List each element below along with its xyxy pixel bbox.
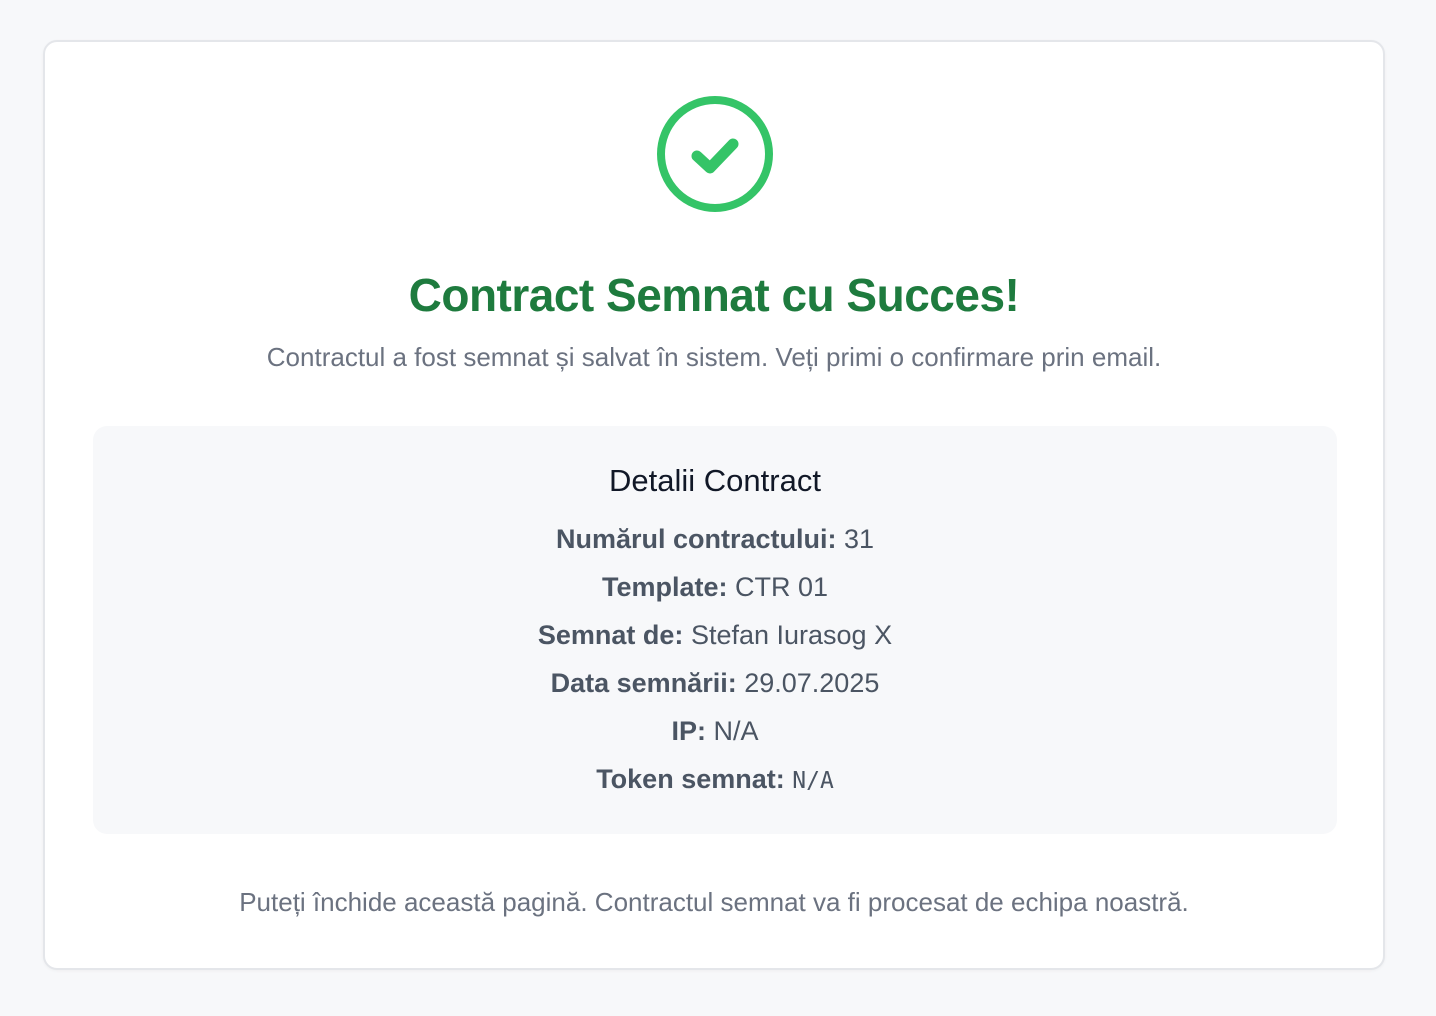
detail-label: Token semnat: <box>596 764 785 794</box>
detail-value: 29.07.2025 <box>744 668 880 698</box>
detail-label: Template: <box>601 572 728 602</box>
detail-row-contract-number: Numărul contractului: 31 <box>93 522 1337 556</box>
detail-label: Data semnării: <box>550 668 737 698</box>
page-title: Contract Semnat cu Succes! <box>408 269 1020 321</box>
detail-value-token: N/A <box>792 768 834 794</box>
detail-row-template: Template: CTR 01 <box>93 570 1337 604</box>
detail-value: 31 <box>844 524 875 554</box>
details-heading: Detalii Contract <box>609 463 821 498</box>
detail-row-token: Token semnat: N/A <box>93 762 1337 798</box>
detail-label: IP: <box>671 716 706 746</box>
detail-value: CTR 01 <box>735 572 829 602</box>
detail-label: Numărul contractului: <box>555 524 837 554</box>
confirmation-card: Contract Semnat cu Succes! Contractul a … <box>43 40 1385 970</box>
footer-note: Puteți închide această pagină. Contractu… <box>239 887 1189 917</box>
detail-row-ip: IP: N/A <box>93 714 1337 748</box>
detail-value: Stefan Iurasog X <box>690 620 893 650</box>
detail-row-sign-date: Data semnării: 29.07.2025 <box>93 666 1337 700</box>
check-circle-icon <box>657 96 773 212</box>
detail-label: Semnat de: <box>537 620 684 650</box>
detail-row-signed-by: Semnat de: Stefan Iurasog X <box>93 618 1337 652</box>
contract-details-panel: Detalii Contract Numărul contractului: 3… <box>93 426 1337 834</box>
detail-value: N/A <box>713 716 759 746</box>
success-message: Contractul a fost semnat și salvat în si… <box>266 342 1162 372</box>
